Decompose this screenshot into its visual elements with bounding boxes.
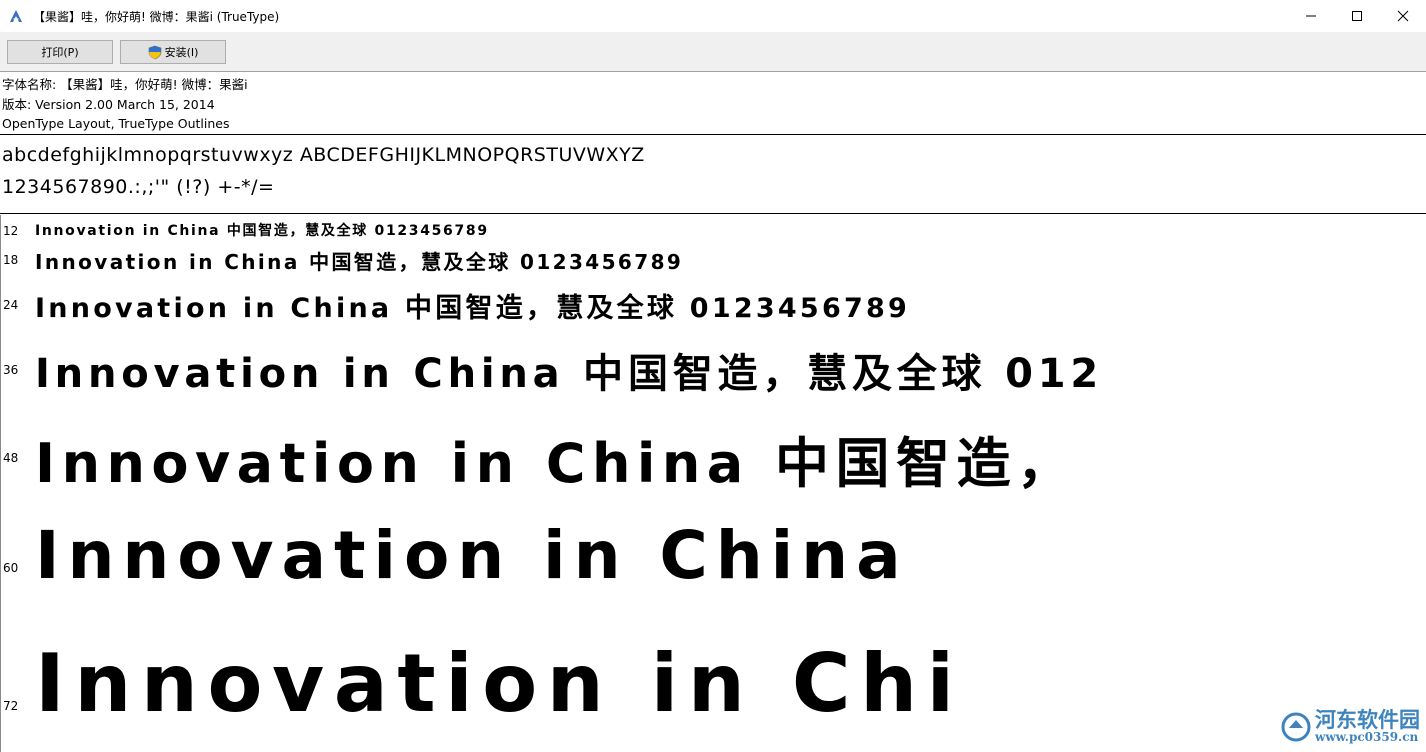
charset-letters: abcdefghijklmnopqrstuvwxyz ABCDEFGHIJKLM… [2, 144, 645, 166]
size-label: 24 [3, 298, 19, 312]
minimize-icon [1306, 15, 1316, 17]
size-label: 12 [3, 224, 19, 238]
minimize-button[interactable] [1288, 0, 1334, 32]
maximize-button[interactable] [1334, 0, 1380, 32]
size-label: 18 [3, 253, 19, 267]
maximize-icon [1352, 11, 1362, 21]
print-button-label: 打印(P) [41, 46, 79, 59]
watermark-logo-icon [1281, 712, 1311, 741]
close-button[interactable] [1380, 0, 1426, 32]
title-bar: 【果酱】哇，你好萌! 微博：果酱i (TrueType) [0, 0, 1426, 32]
font-viewer-app-icon [10, 10, 22, 22]
charset-digits-symbols: 1234567890.:,;'" (!?) +-*/= [2, 176, 275, 198]
install-button-label: 安装(I) [164, 46, 199, 59]
sample-row-18: 18 Innovation in China 中国智造，慧及全球 0123456… [1, 243, 1426, 279]
size-label: 72 [3, 699, 19, 713]
sample-text: Innovation in China 中国智造，慧及全球 0123456789 [35, 223, 489, 239]
sample-text: Innovation in China [35, 517, 909, 594]
sample-row-60: 60 Innovation in China [1, 509, 1426, 625]
font-type-line: OpenType Layout, TrueType Outlines [2, 116, 230, 131]
watermark: 河东软件园 www.pc0359.cn [1281, 709, 1420, 744]
print-button[interactable]: 打印(P) [7, 40, 113, 64]
toolbar: 打印(P) 安装(I) [0, 32, 1426, 72]
window-title: 【果酱】哇，你好萌! 微博：果酱i (TrueType) [33, 9, 280, 24]
sample-text: Innovation in China 中国智造，慧及全球 0123456789 [35, 250, 684, 274]
font-name-line: 字体名称: 【果酱】哇，你好萌! 微博：果酱i [2, 77, 248, 92]
sample-text: Innovation in Chi [35, 637, 964, 730]
character-set-panel: abcdefghijklmnopqrstuvwxyz ABCDEFGHIJKLM… [0, 136, 1426, 214]
sample-text: Innovation in China 中国智造， [35, 432, 1078, 495]
size-label: 60 [3, 561, 19, 575]
sample-row-72: 72 Innovation in Chi [1, 627, 1426, 752]
size-samples-panel: 12 Innovation in China 中国智造，慧及全球 0123456… [0, 215, 1426, 752]
window-controls [1288, 0, 1426, 32]
sample-row-48: 48 Innovation in China 中国智造， [1, 411, 1426, 507]
font-info-panel: 字体名称: 【果酱】哇，你好萌! 微博：果酱i 版本: Version 2.00… [0, 73, 1426, 135]
size-label: 36 [3, 363, 19, 377]
font-version-line: 版本: Version 2.00 March 15, 2014 [2, 96, 215, 112]
close-icon [1397, 10, 1409, 22]
watermark-url: www.pc0359.cn [1315, 730, 1419, 744]
sample-row-12: 12 Innovation in China 中国智造，慧及全球 0123456… [1, 219, 1426, 241]
sample-row-24: 24 Innovation in China 中国智造，慧及全球 0123456… [1, 281, 1426, 331]
sample-text: Innovation in China 中国智造，慧及全球 012 [35, 351, 1103, 397]
size-label: 48 [3, 451, 19, 465]
sample-text: Innovation in China 中国智造，慧及全球 0123456789 [35, 293, 911, 324]
watermark-title: 河东软件园 [1315, 707, 1420, 732]
install-button[interactable]: 安装(I) [120, 40, 226, 64]
uac-shield-icon [148, 45, 161, 59]
sample-row-36: 36 Innovation in China 中国智造，慧及全球 012 [1, 333, 1426, 409]
